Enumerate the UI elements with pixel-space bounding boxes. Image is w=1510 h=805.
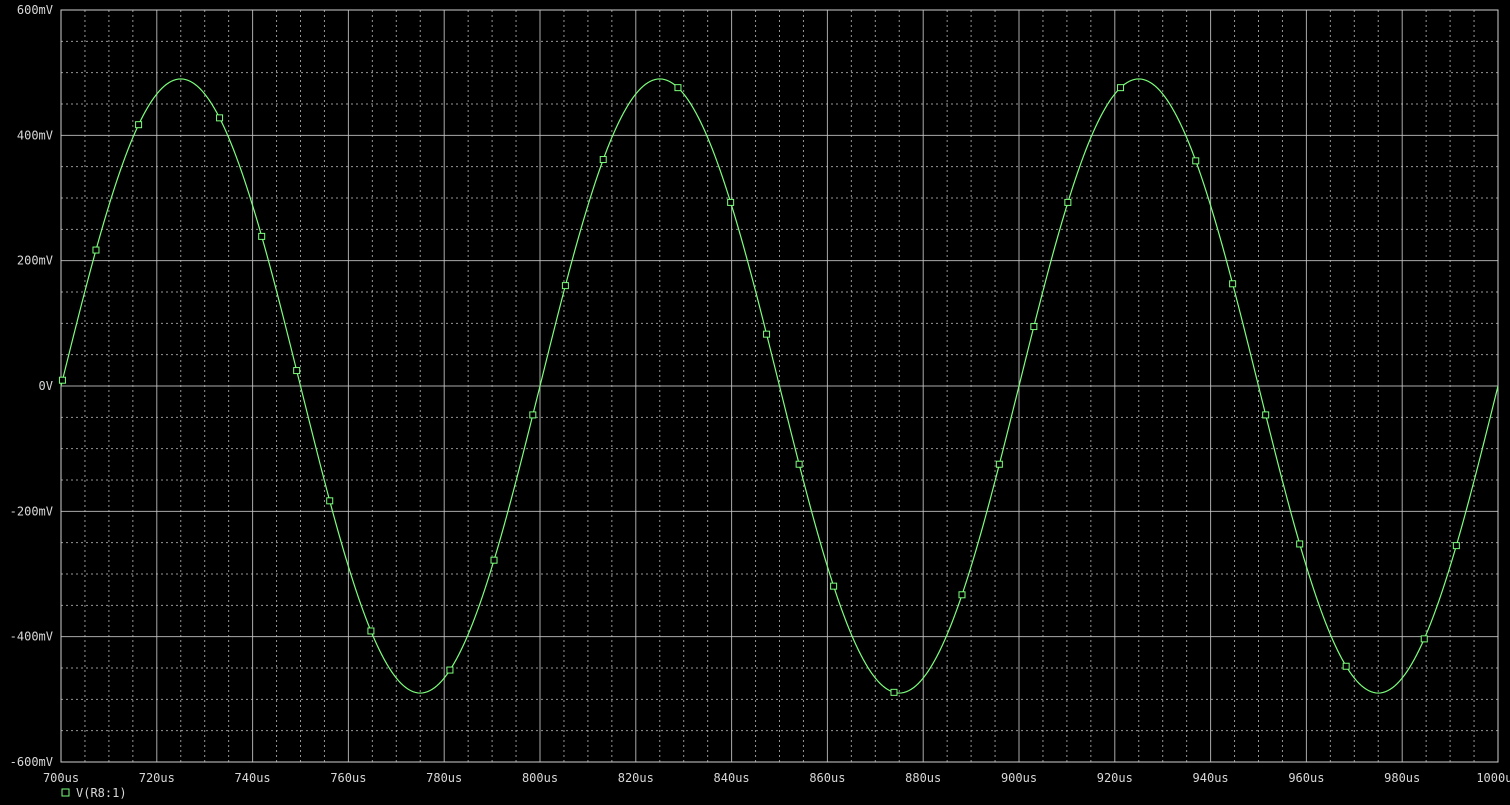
data-point-marker <box>830 582 838 590</box>
y-tick-label: -600mV <box>10 755 53 769</box>
data-point-marker <box>795 460 803 468</box>
y-tick-label: 600mV <box>17 3 53 17</box>
x-tick-label: 1000us <box>1476 771 1510 785</box>
x-tick-label: 960us <box>1288 771 1324 785</box>
x-tick-label: 840us <box>714 771 750 785</box>
data-point-marker <box>561 282 569 290</box>
x-tick-label: 820us <box>618 771 654 785</box>
x-tick-label: 740us <box>235 771 271 785</box>
y-tick-label: 200mV <box>17 254 53 268</box>
plot-background <box>0 0 1510 805</box>
data-point-marker <box>674 84 682 92</box>
waveform-plot: -600mV -400mV -200mV 0V 200mV 400mV 600mV 700u… <box>0 0 1510 805</box>
x-tick-label: 980us <box>1384 771 1420 785</box>
data-point-marker <box>92 246 100 254</box>
legend-label-v-r8[interactable]: V(R8:1) <box>76 786 127 800</box>
data-point-marker <box>1192 157 1200 165</box>
x-tick-label: 720us <box>139 771 175 785</box>
data-point-marker <box>995 460 1003 468</box>
data-point-marker <box>446 666 454 674</box>
data-point-marker <box>1452 542 1460 550</box>
y-tick-label: 400mV <box>17 128 53 142</box>
data-point-marker <box>1296 540 1304 548</box>
y-tick-label: -400mV <box>10 630 53 644</box>
data-point-marker <box>1420 635 1428 643</box>
x-tick-label: 800us <box>522 771 558 785</box>
data-point-marker <box>727 198 735 206</box>
data-point-marker <box>326 497 334 505</box>
x-tick-label: 920us <box>1097 771 1133 785</box>
data-point-marker <box>490 556 498 564</box>
data-point-marker <box>1064 198 1072 206</box>
data-point-marker <box>367 627 375 635</box>
data-point-marker <box>763 330 771 338</box>
data-point-marker <box>890 688 898 696</box>
data-point-marker <box>1229 280 1237 288</box>
data-point-marker <box>529 411 537 419</box>
data-point-marker <box>599 156 607 164</box>
x-tick-label: 760us <box>330 771 366 785</box>
x-tick-label: 880us <box>905 771 941 785</box>
data-point-marker <box>58 376 66 384</box>
data-point-marker <box>258 232 266 240</box>
data-point-marker <box>1030 323 1038 331</box>
x-tick-label: 860us <box>809 771 845 785</box>
x-tick-label: 940us <box>1193 771 1229 785</box>
data-point-marker <box>1342 662 1350 670</box>
data-point-marker <box>1117 84 1125 92</box>
data-point-marker <box>135 121 143 129</box>
data-point-marker <box>216 114 224 122</box>
data-point-marker <box>1262 411 1270 419</box>
data-point-marker <box>958 591 966 599</box>
x-tick-label: 700us <box>43 771 79 785</box>
data-point-marker <box>293 367 301 375</box>
x-tick-label: 780us <box>426 771 462 785</box>
y-tick-label: -200mV <box>10 504 53 518</box>
x-tick-label: 900us <box>1001 771 1037 785</box>
y-tick-label: 0V <box>39 379 53 393</box>
